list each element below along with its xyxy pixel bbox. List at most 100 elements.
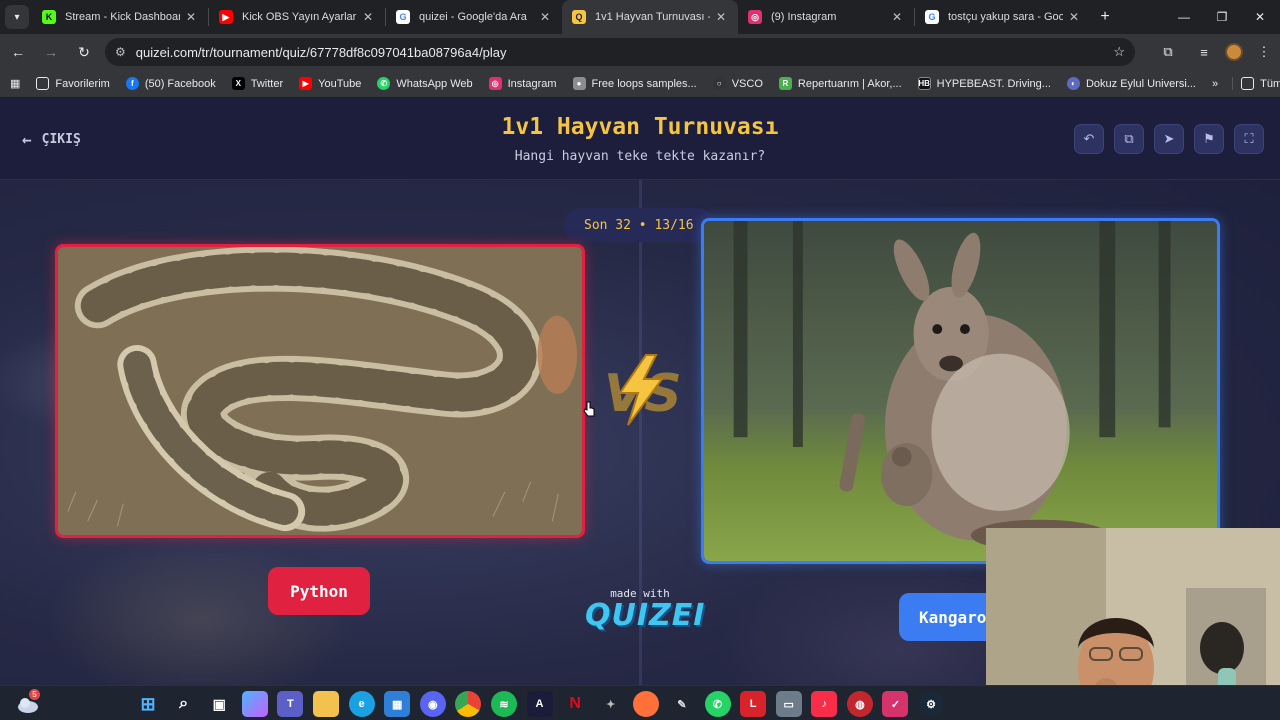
bookmark-instagram[interactable]: ◎ Instagram [481,77,565,90]
red-app-icon[interactable]: ◍ [846,691,873,717]
tab-title: Stream - Kick Dashboard [65,11,180,23]
extensions-icon[interactable]: ⧉ [1153,37,1183,67]
bookmark-twitter[interactable]: X Twitter [224,77,291,90]
open-external-button[interactable]: ⧉ [1114,124,1144,154]
tab-kick-dashboard[interactable]: K Stream - Kick Dashboard ✕ [32,0,208,34]
avatar [1225,43,1243,61]
tab-search-button[interactable]: ▾ [5,5,29,29]
notes-icon[interactable]: ✎ [669,691,695,717]
discord-icon[interactable]: ◉ [419,691,446,717]
bookmark-deu[interactable]: ◐ Dokuz Eylul Universi... [1059,77,1204,90]
choice-card-python[interactable] [55,244,585,538]
share-button[interactable]: ➤ [1154,124,1184,154]
bookmark-favorilerim[interactable]: Favorilerim [28,77,117,90]
site-info-icon[interactable]: ⚙ [115,45,126,59]
close-icon[interactable]: ✕ [361,10,375,24]
bookmark-label: Dokuz Eylul Universi... [1085,77,1196,90]
lens-icon[interactable]: L [740,691,767,717]
minimize-button[interactable]: — [1164,0,1204,34]
menu-icon[interactable]: ⋮ [1249,37,1279,67]
more-bookmarks-icon[interactable]: » [1204,78,1226,90]
forward-button[interactable]: → [36,37,66,67]
whatsapp-icon: ✆ [377,77,391,90]
fullscreen-button[interactable]: ⛶ [1234,124,1264,154]
close-icon[interactable]: ✕ [714,10,728,24]
x-icon: X [231,77,245,90]
all-bookmarks-folder[interactable]: Tüm Yer İşaretleri [1232,77,1280,90]
whatsapp-icon[interactable]: ✆ [704,691,731,717]
teams-icon[interactable]: T [277,691,304,717]
deu-icon: ◐ [1066,77,1080,90]
round-indicator: Son 32 • 13/16 [564,208,714,242]
bookmark-label: Twitter [250,77,284,90]
bookmark-repertuar[interactable]: R Repertuarım | Akor,... [771,77,910,90]
game-icon[interactable]: ✦ [598,691,624,717]
bookmark-label: Instagram [507,77,557,90]
google-icon: G [925,10,939,24]
tab-google-tostcu[interactable]: G tostçu yakup sara - Googl ✕ [915,0,1091,34]
close-icon[interactable]: ✕ [184,10,198,24]
bookmark-free-loops[interactable]: ● Free loops samples... [565,77,705,90]
copilot-icon[interactable] [241,691,268,717]
bookmark-hypebeast[interactable]: HB HYPEBEAST. Driving... [910,77,1059,90]
firefox-icon[interactable] [633,691,660,717]
header-actions: ↶ ⧉ ➤ ⚑ ⛶ [1074,124,1264,154]
bookmark-label: Favorilerim [55,77,110,90]
bookmark-whatsapp[interactable]: ✆ WhatsApp Web [369,77,480,90]
folder-icon [1241,77,1255,90]
netflix-icon[interactable]: N [562,691,588,717]
tab-kick-obs[interactable]: ▶ Kick OBS Yayın Ayarları Na ✕ [209,0,385,34]
youtube-icon: ▶ [299,77,313,90]
bookmark-facebook[interactable]: f (50) Facebook [118,77,224,90]
chrome-icon[interactable] [455,691,482,717]
bookmark-label: YouTube [318,77,362,90]
facebook-icon: f [125,77,139,90]
external-link-icon: ⧉ [1124,131,1134,146]
tab-google-quizei[interactable]: G quizei - Google'da Ara ✕ [386,0,562,34]
media-controls-icon[interactable]: ≡ [1189,37,1219,67]
google-icon: G [396,10,410,24]
spotify-icon[interactable]: ≋ [490,691,517,717]
apps-grid-icon[interactable]: ▦ [0,77,28,90]
windows-start-icon[interactable]: ⊞ [135,691,161,717]
choice-button-python[interactable]: Python [268,567,370,615]
store-icon[interactable]: ▦ [384,691,411,717]
python-image [58,247,582,535]
tab-instagram[interactable]: ◎ (9) Instagram ✕ [738,0,914,34]
quiz-header: ← ÇIKIŞ 1v1 Hayvan Turnuvası Hangi hayva… [0,98,1280,180]
quizei-logo[interactable]: QUIZEI [585,598,704,633]
instagram-icon: ◎ [748,10,762,24]
close-icon[interactable]: ✕ [538,10,552,24]
file-explorer-icon[interactable] [312,691,339,717]
undo-icon: ↶ [1083,131,1095,146]
bookmark-youtube[interactable]: ▶ YouTube [291,77,369,90]
address-bar[interactable]: ⚙ quizei.com/tr/tournament/quiz/67778df8… [105,38,1135,66]
bookmark-star-icon[interactable]: ☆ [1113,44,1125,60]
affinity-icon[interactable]: A [526,691,553,717]
kick-icon: K [42,10,56,24]
bookmark-vsco[interactable]: ○ VSCO [705,77,771,90]
profile-avatar[interactable] [1219,37,1249,67]
music-icon[interactable]: ♪ [811,691,838,717]
send-icon: ➤ [1163,131,1175,146]
window-close-button[interactable]: ✕ [1240,0,1280,34]
edge-icon[interactable]: e [348,691,375,717]
new-tab-button[interactable]: + [1091,8,1119,26]
task-view-icon[interactable]: ▣ [206,691,232,717]
choice-card-kangaroo[interactable] [701,218,1220,564]
flag-icon: ⚑ [1203,131,1215,146]
maximize-button[interactable]: ❐ [1202,0,1242,34]
report-button[interactable]: ⚑ [1194,124,1224,154]
search-icon[interactable]: ⌕ [171,691,197,717]
steam-icon[interactable]: ⚙ [918,691,945,717]
pink-app-icon[interactable]: ✓ [882,691,909,717]
files-icon[interactable]: ▭ [775,691,802,717]
undo-button[interactable]: ↶ [1074,124,1104,154]
tab-hayvan-turnuvasi[interactable]: Q 1v1 Hayvan Turnuvası - Ti ✕ [562,0,738,34]
close-icon[interactable]: ✕ [1067,10,1081,24]
back-button[interactable]: ← [3,37,33,67]
youtube-icon: ▶ [219,10,233,24]
reload-button[interactable]: ↻ [69,37,99,67]
close-icon[interactable]: ✕ [890,10,904,24]
tab-title: Kick OBS Yayın Ayarları Na [242,11,357,23]
